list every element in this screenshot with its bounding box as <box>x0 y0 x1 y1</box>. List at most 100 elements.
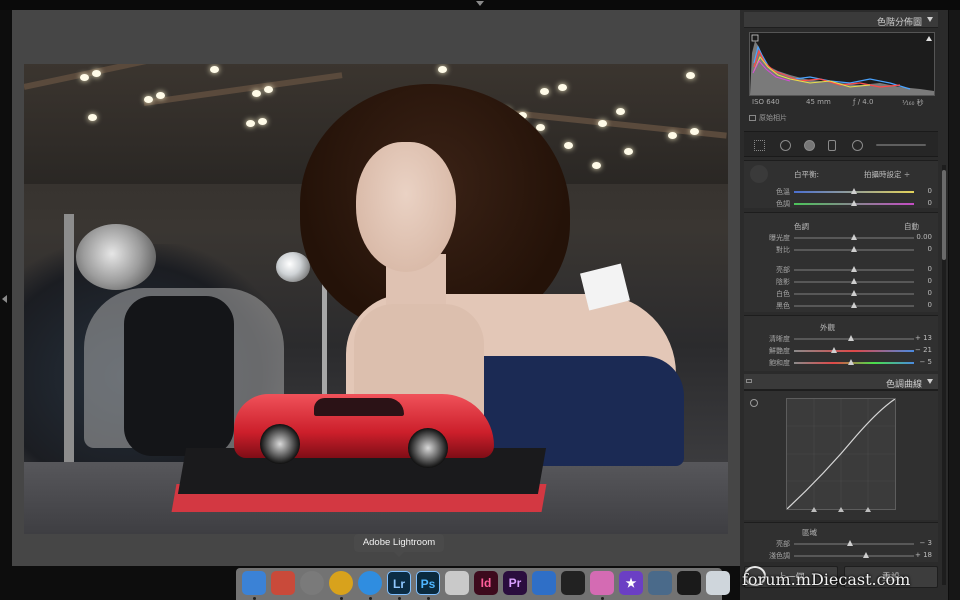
spot-removal-icon[interactable] <box>804 140 815 151</box>
collapse-triangle-icon[interactable] <box>927 379 933 384</box>
preview-icon[interactable] <box>271 571 295 595</box>
slider-value[interactable]: 0 <box>928 301 932 309</box>
grid-overlay-icon[interactable] <box>754 140 765 151</box>
slider-value[interactable]: 0 <box>928 187 932 195</box>
slider-knob[interactable] <box>851 246 857 252</box>
histogram-header[interactable]: 色階分佈圖 <box>744 12 938 28</box>
crop-tool-icon[interactable] <box>780 140 791 151</box>
tone-curve-header[interactable]: 色調曲線 <box>744 374 938 390</box>
histogram-graph <box>750 34 934 95</box>
slider-label: 對比 <box>776 246 790 254</box>
slider-value[interactable]: + 13 <box>915 334 932 342</box>
slider-region-lights[interactable]: 淺色調 + 18 <box>744 551 938 561</box>
capture-icon[interactable] <box>648 571 672 595</box>
slider-shadows[interactable]: 陰影 0 <box>744 277 938 287</box>
wb-value[interactable]: 拍攝時設定 ÷ <box>864 169 910 180</box>
presence-label: 外觀 <box>820 323 835 332</box>
slider-label: 白色 <box>776 290 790 298</box>
illustrator-icon[interactable] <box>445 571 469 595</box>
tone-curve-graph[interactable] <box>786 398 896 510</box>
photo-model-face <box>356 142 456 272</box>
top-panel-toggle-icon[interactable] <box>476 1 484 6</box>
radial-filter-icon[interactable] <box>852 140 863 151</box>
slider-knob[interactable] <box>851 302 857 308</box>
target-adjust-icon[interactable] <box>750 399 758 407</box>
checkbox-icon[interactable] <box>749 115 756 121</box>
histo-shutter: ¹⁄₁₆₀ 秒 <box>902 99 924 107</box>
slider-contrast[interactable]: 對比 0 <box>744 245 938 255</box>
split-point-3[interactable] <box>865 507 871 512</box>
split-point-1[interactable] <box>811 507 817 512</box>
slider-saturation[interactable]: 飽和度 − 5 <box>744 358 938 368</box>
histogram[interactable] <box>749 32 935 96</box>
slider-knob[interactable] <box>851 188 857 194</box>
slider-clarity[interactable]: 清晰度 + 13 <box>744 334 938 344</box>
slider-knob[interactable] <box>848 359 854 365</box>
finder-icon[interactable] <box>242 571 266 595</box>
eyedropper-icon[interactable] <box>750 165 768 183</box>
trash-icon[interactable] <box>706 571 730 595</box>
photo-lamp <box>276 252 310 282</box>
slider-value[interactable]: 0 <box>928 265 932 273</box>
slider-label: 色調 <box>776 200 790 208</box>
slider-value[interactable]: − 3 <box>919 539 932 547</box>
histo-iso: ISO 640 <box>752 98 780 106</box>
slider-value[interactable]: − 21 <box>915 346 932 354</box>
photos-app-icon[interactable] <box>590 571 614 595</box>
slider-value[interactable]: 0.00 <box>916 233 932 241</box>
slider-temp[interactable]: 色溫 0 <box>744 187 938 197</box>
photoshop-icon[interactable]: Ps <box>416 571 440 595</box>
final-cut-icon[interactable] <box>561 571 585 595</box>
safari-icon[interactable] <box>358 571 382 595</box>
adjustment-brush-icon[interactable] <box>876 144 926 146</box>
split-point-2[interactable] <box>838 507 844 512</box>
slider-value[interactable]: 0 <box>928 199 932 207</box>
slider-knob[interactable] <box>851 290 857 296</box>
slider-region-highlights[interactable]: 亮部 − 3 <box>744 539 938 549</box>
slider-knob[interactable] <box>851 234 857 240</box>
slider-highlights[interactable]: 亮部 0 <box>744 265 938 275</box>
auto-tone-button[interactable]: 自動 <box>904 221 919 232</box>
dock-tooltip: Adobe Lightroom <box>354 534 444 552</box>
slider-label: 曝光度 <box>769 234 790 242</box>
keynote-icon[interactable] <box>532 571 556 595</box>
slider-value[interactable]: 0 <box>928 245 932 253</box>
slider-whites[interactable]: 白色 0 <box>744 289 938 299</box>
slider-tint[interactable]: 色調 0 <box>744 199 938 209</box>
slider-label: 黑色 <box>776 302 790 310</box>
slider-knob[interactable] <box>847 540 853 546</box>
collapse-triangle-icon[interactable] <box>927 17 933 22</box>
slider-knob[interactable] <box>851 278 857 284</box>
imovie-icon[interactable]: ★ <box>619 571 643 595</box>
slider-label: 淺色調 <box>769 552 790 560</box>
graduated-filter-icon[interactable] <box>828 140 836 151</box>
slider-knob[interactable] <box>831 347 837 353</box>
terminal-icon[interactable] <box>677 571 701 595</box>
left-panel-toggle-icon[interactable] <box>2 295 7 303</box>
panel-switch-icon[interactable] <box>746 379 752 383</box>
tool-strip <box>744 131 938 157</box>
slider-exposure[interactable]: 曝光度 0.00 <box>744 233 938 243</box>
slider-value[interactable]: 0 <box>928 289 932 297</box>
slider-knob[interactable] <box>851 200 857 206</box>
premiere-icon[interactable]: Pr <box>503 571 527 595</box>
slider-vibrance[interactable]: 鮮艷度 − 21 <box>744 346 938 356</box>
slider-value[interactable]: − 5 <box>919 358 932 366</box>
slider-label: 色溫 <box>776 188 790 196</box>
slider-knob[interactable] <box>851 266 857 272</box>
lightroom-icon[interactable]: Lr <box>387 571 411 595</box>
panel-scroll-thumb[interactable] <box>942 170 946 260</box>
histo-aperture: ƒ / 4.0 <box>853 98 874 106</box>
slider-knob[interactable] <box>863 552 869 558</box>
slider-label: 清晰度 <box>769 335 790 343</box>
slider-label: 鮮艷度 <box>769 347 790 355</box>
photo-preview[interactable] <box>24 64 728 534</box>
slider-value[interactable]: 0 <box>928 277 932 285</box>
chrome-icon[interactable] <box>329 571 353 595</box>
slider-value[interactable]: + 18 <box>915 551 932 559</box>
slider-knob[interactable] <box>848 335 854 341</box>
original-photo-checkbox[interactable]: 原始相片 <box>749 113 787 123</box>
slider-blacks[interactable]: 黑色 0 <box>744 301 938 311</box>
system-preferences-icon[interactable] <box>300 571 324 595</box>
indesign-icon[interactable]: Id <box>474 571 498 595</box>
